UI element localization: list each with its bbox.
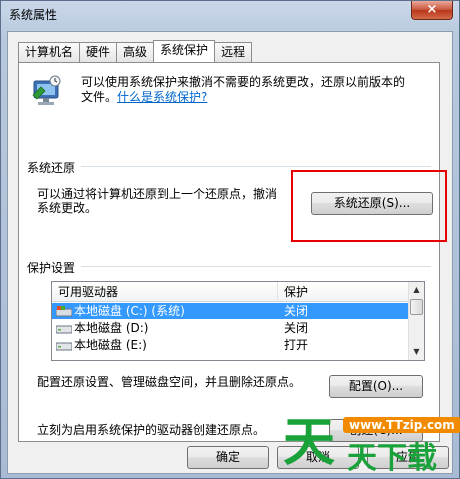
system-protection-icon xyxy=(32,75,61,105)
protection-group-divider xyxy=(27,266,431,267)
drive-name: 本地磁盘 (C:) (系统) xyxy=(74,304,185,318)
restore-group-divider xyxy=(27,166,431,167)
system-properties-window: 系统属性 × 计算机名 硬件 高级 系统保护 远程 可以使用系统保护来撤消不需要… xyxy=(0,0,460,479)
configure-description: 配置还原设置、管理磁盘空间，并且删除还原点。 xyxy=(37,375,302,389)
tab-hardware[interactable]: 硬件 xyxy=(79,42,118,62)
system-drive-icon xyxy=(56,306,72,317)
drive-icon xyxy=(56,325,72,334)
column-available-drives[interactable]: 可用驱动器 xyxy=(52,282,278,302)
what-is-system-protection-link[interactable]: 什么是系统保护? xyxy=(117,90,207,104)
window-title: 系统属性 xyxy=(9,8,58,22)
drive-row-e[interactable]: 本地磁盘 (E:) 打开 xyxy=(52,337,410,353)
drive-list-header: 可用驱动器 保护 xyxy=(52,282,410,302)
tab-advanced[interactable]: 高级 xyxy=(116,42,155,62)
dialog-client: 计算机名 硬件 高级 系统保护 远程 可以使用系统保护来撤消不需要的系统更改，还… xyxy=(7,31,453,474)
protection-group-title: 保护设置 xyxy=(27,259,82,276)
ok-button[interactable]: 确定 xyxy=(187,446,269,469)
close-button[interactable]: × xyxy=(411,1,453,20)
drive-row-c[interactable]: 本地磁盘 (C:) (系统) 关闭 xyxy=(52,303,410,319)
restore-description: 可以通过将计算机还原到上一个还原点，撤消系统更改。 xyxy=(37,187,278,215)
intro-description: 可以使用系统保护来撤消不需要的系统更改，还原以前版本的文件。什么是系统保护? xyxy=(81,75,411,105)
scroll-down-arrow-icon[interactable]: ▼ xyxy=(409,344,424,360)
system-protection-panel: 可以使用系统保护来撤消不需要的系统更改，还原以前版本的文件。什么是系统保护? 系… xyxy=(18,62,447,442)
restore-group-title: 系统还原 xyxy=(27,159,82,176)
tab-remote[interactable]: 远程 xyxy=(214,42,253,62)
close-icon: × xyxy=(426,2,438,17)
annotation-highlight-box xyxy=(291,170,447,242)
tab-system-protection[interactable]: 系统保护 xyxy=(153,40,216,62)
drive-list-scrollbar[interactable]: ▲ ▼ xyxy=(408,282,424,360)
scrollbar-thumb[interactable] xyxy=(410,299,423,315)
column-protection[interactable]: 保护 xyxy=(278,282,410,302)
drive-row-d[interactable]: 本地磁盘 (D:) 关闭 xyxy=(52,320,410,336)
configure-button[interactable]: 配置(O)... xyxy=(329,375,423,398)
tab-computer-name[interactable]: 计算机名 xyxy=(18,42,81,62)
site-watermark: 天 天下载 www.TTzip.com xyxy=(283,411,460,479)
watermark-logo-text: 天下载 xyxy=(347,441,437,476)
protection-status: 打开 xyxy=(284,338,309,352)
scroll-up-arrow-icon[interactable]: ▲ xyxy=(409,282,424,298)
drive-icon xyxy=(56,342,72,351)
tab-strip: 计算机名 硬件 高级 系统保护 远程 xyxy=(18,40,253,62)
create-description: 立刻为启用系统保护的驱动器创建还原点。 xyxy=(37,423,266,437)
title-bar[interactable]: 系统属性 × xyxy=(1,1,459,27)
drive-name: 本地磁盘 (D:) xyxy=(74,321,149,335)
watermark-logo-char: 天 xyxy=(283,413,336,473)
drive-name: 本地磁盘 (E:) xyxy=(74,338,147,352)
protection-status: 关闭 xyxy=(284,304,309,318)
drive-list[interactable]: 可用驱动器 保护 本地磁盘 (C:) (系统) 关闭 本地磁盘 (D:) 关闭 … xyxy=(51,281,425,361)
protection-status: 关闭 xyxy=(284,321,309,335)
watermark-url: www.TTzip.com xyxy=(343,417,460,433)
